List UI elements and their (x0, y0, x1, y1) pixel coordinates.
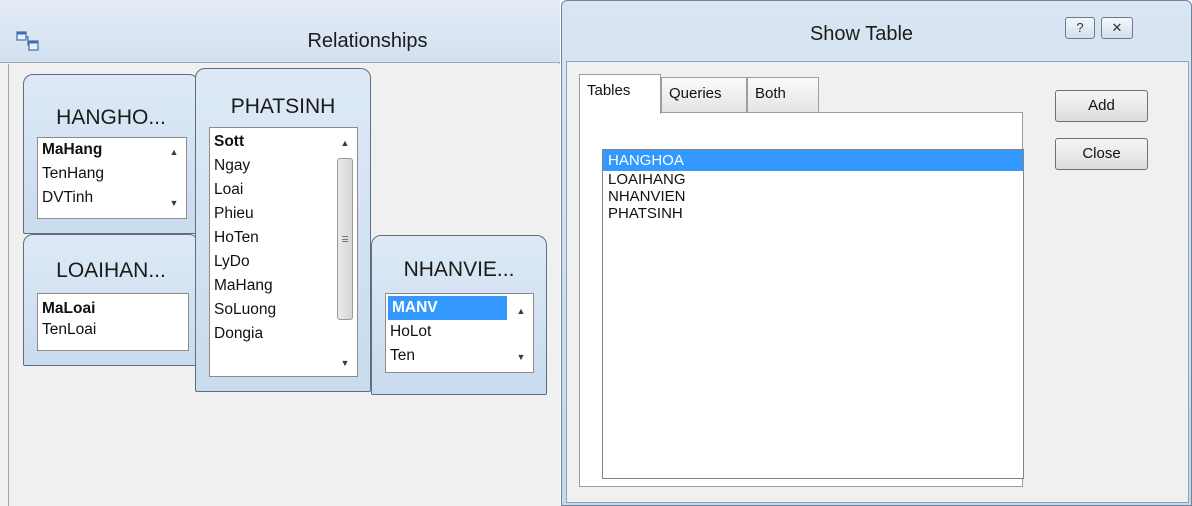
table-box-hanghoa[interactable]: HANGHO... MaHang TenHang DVTinh ▲ ▼ (23, 74, 199, 234)
table-box-nhanvien[interactable]: NHANVIE... MANV HoLot Ten ▲ ▼ (371, 235, 547, 395)
scroll-down-arrow-icon[interactable]: ▼ (509, 348, 533, 366)
field-list[interactable]: MaLoai TenLoai (37, 293, 189, 351)
table-list[interactable]: HANGHOA LOAIHANG NHANVIEN PHATSINH (602, 149, 1024, 479)
close-icon[interactable]: ✕ (1101, 17, 1133, 39)
list-item[interactable]: NHANVIEN (603, 188, 1023, 205)
dialog-body: Tables Queries Both HANGHOA LOAIHANG NHA… (566, 61, 1189, 503)
field-item[interactable]: MaLoai (38, 294, 188, 318)
table-title[interactable]: NHANVIE... (372, 258, 546, 282)
list-item[interactable]: HANGHOA (603, 150, 1023, 171)
field-item[interactable]: MANV (388, 296, 507, 320)
tab-panel: HANGHOA LOAIHANG NHANVIEN PHATSINH (579, 112, 1024, 487)
tab-both[interactable]: Both (747, 77, 819, 112)
vertical-scrollbar[interactable]: ▲ ▼ (333, 128, 357, 376)
table-title[interactable]: LOAIHAN... (24, 259, 198, 283)
help-button[interactable]: ? (1065, 17, 1095, 39)
list-item[interactable]: PHATSINH (603, 205, 1023, 222)
relationships-canvas[interactable]: HANGHO... MaHang TenHang DVTinh ▲ ▼ LOAI… (8, 64, 560, 506)
close-button[interactable]: Close (1055, 138, 1148, 170)
tab-queries[interactable]: Queries (661, 77, 747, 112)
relationships-tab[interactable]: Relationships (0, 0, 560, 63)
scroll-down-arrow-icon[interactable]: ▼ (333, 354, 357, 372)
table-box-phatsinh[interactable]: PHATSINH Sott Ngay Loai Phieu HoTen LyDo… (195, 68, 371, 392)
scrollbar-thumb[interactable] (337, 158, 353, 320)
vertical-scrollbar[interactable]: ▲ ▼ (162, 138, 186, 218)
table-title[interactable]: PHATSINH (196, 95, 370, 119)
vertical-scrollbar[interactable]: ▲ ▼ (509, 294, 533, 372)
scroll-up-arrow-icon[interactable]: ▲ (333, 134, 357, 152)
field-list[interactable]: Sott Ngay Loai Phieu HoTen LyDo MaHang S… (209, 127, 358, 377)
scroll-down-arrow-icon[interactable]: ▼ (162, 194, 186, 212)
relationships-title: Relationships (307, 30, 428, 52)
show-table-dialog: Show Table ? ✕ Tables Queries Both HANGH… (561, 0, 1192, 506)
tab-tables[interactable]: Tables (579, 74, 661, 114)
scroll-up-arrow-icon[interactable]: ▲ (509, 302, 533, 320)
table-title[interactable]: HANGHO... (24, 106, 198, 130)
list-item[interactable]: LOAIHANG (603, 171, 1023, 188)
add-button[interactable]: Add (1055, 90, 1148, 122)
relationships-window: Relationships HANGHO... MaHang TenHang D… (0, 0, 560, 506)
field-list[interactable]: MaHang TenHang DVTinh ▲ ▼ (37, 137, 187, 219)
field-item[interactable]: TenLoai (38, 318, 188, 342)
grip-icon (342, 236, 348, 242)
field-list[interactable]: MANV HoLot Ten ▲ ▼ (385, 293, 534, 373)
table-box-loaihang[interactable]: LOAIHAN... MaLoai TenLoai (23, 234, 199, 366)
scroll-up-arrow-icon[interactable]: ▲ (162, 143, 186, 161)
dialog-title: Show Table (809, 23, 914, 45)
